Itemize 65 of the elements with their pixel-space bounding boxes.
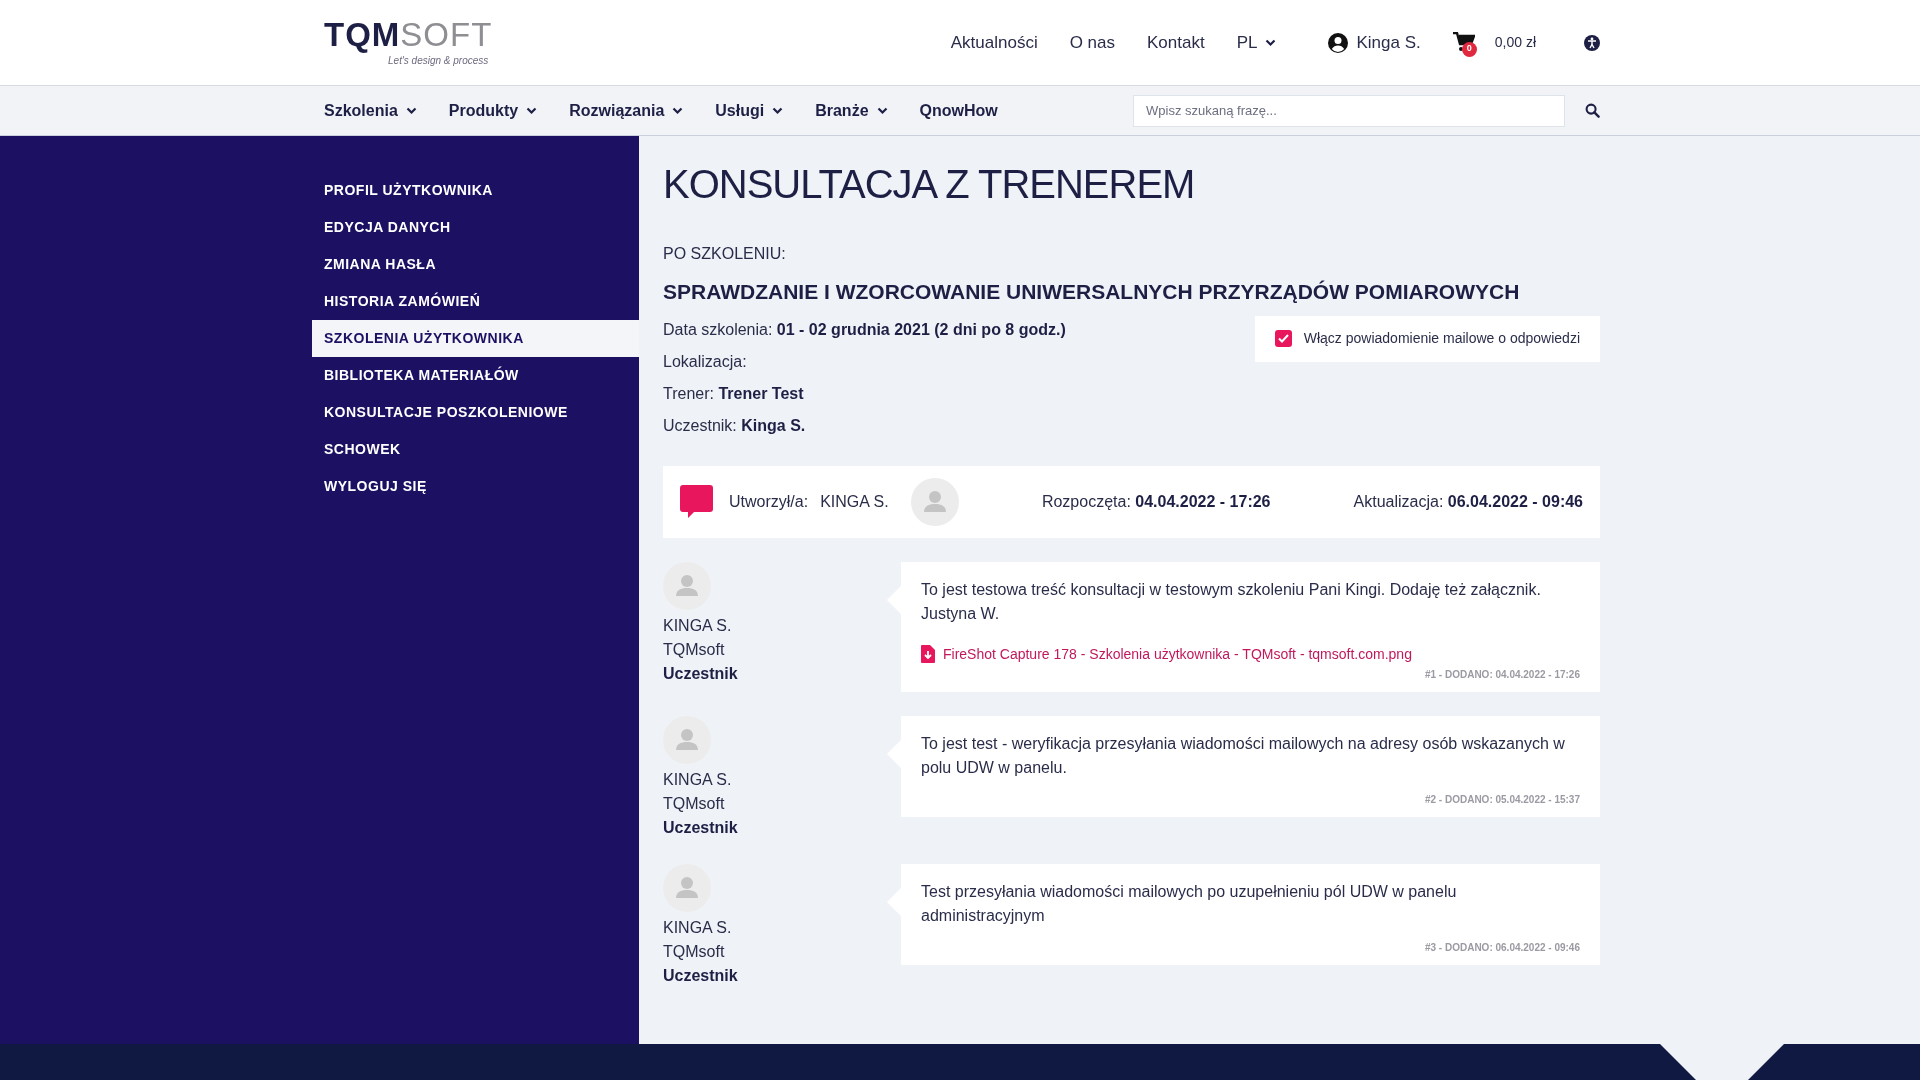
- created-by-name: KINGA S.: [820, 491, 889, 512]
- user-icon: [1328, 32, 1349, 53]
- nav-link[interactable]: O nas: [1069, 29, 1116, 56]
- sidebar-item[interactable]: HISTORIA ZAMÓWIEŃ: [312, 283, 639, 320]
- started-date: Rozpoczęta: 04.04.2022 - 17:26: [1041, 491, 1271, 512]
- author-name: KINGA S.: [663, 917, 732, 938]
- sidebar-item[interactable]: EDYCJA DANYCH: [312, 209, 639, 246]
- menu-item[interactable]: Usługi: [715, 98, 784, 123]
- detail-line: Trener: Trener Test: [663, 383, 805, 404]
- author-name: KINGA S.: [663, 769, 732, 790]
- user-account-link[interactable]: Kinga S.: [1328, 29, 1421, 56]
- course-name: SPRAWDZANIE I WZORCOWANIE UNIWERSALNYCH PRZYRZĄDÓW POMIAROWYCH: [663, 279, 1521, 305]
- search-field[interactable]: Wpisz szukaną frazę...: [1133, 94, 1565, 127]
- avatar-icon: [663, 715, 711, 764]
- checkmark-icon: [1277, 334, 1289, 343]
- file-download-icon: [921, 645, 935, 663]
- author-role: Uczestnik: [663, 663, 738, 684]
- logo-tagline: Let's design & process: [388, 53, 489, 68]
- avatar-icon: [663, 863, 711, 912]
- message-meta: #1 - DODANO: 04.04.2022 - 17:26: [1424, 667, 1580, 682]
- message-text: To jest test - weryfikacja przesyłania wiadomości mailowych na adresy osób wskazanych w polu UDW w panelu.: [921, 733, 1566, 778]
- author-company: TQMsoft: [663, 639, 725, 660]
- menu-item[interactable]: Szkolenia: [324, 98, 417, 123]
- author-company: TQMsoft: [663, 793, 725, 814]
- detail-line: Data szkolenia: 01 - 02 grudnia 2021 (2 dni po 8 godz.): [663, 319, 1067, 340]
- chevron-down-icon: [1265, 38, 1277, 47]
- detail-line: Uczestnik: Kinga S.: [663, 415, 807, 436]
- course-label: PO SZKOLENIU:: [663, 244, 787, 264]
- chat-icon: [680, 484, 713, 519]
- checkbox[interactable]: [1274, 330, 1292, 347]
- author-name: KINGA S.: [663, 615, 732, 636]
- nav-link[interactable]: Kontakt: [1147, 29, 1205, 56]
- avatar-icon: [663, 561, 711, 610]
- menu-item[interactable]: Produkty: [448, 98, 538, 123]
- created-by-label: Utworzył/a:: [729, 491, 809, 512]
- menu-item[interactable]: Rozwiązania: [569, 98, 684, 123]
- attachment-link[interactable]: FireShot Capture 178 - Szkolenia użytkownika - TQMsoft - tqmsoft.com.png: [921, 643, 1412, 665]
- sidebar-item[interactable]: ZMIANA HASŁA: [312, 246, 639, 283]
- message-meta: #3 - DODANO: 06.04.2022 - 09:46: [1424, 940, 1580, 955]
- sidebar-item[interactable]: SZKOLENIA UŻYTKOWNIKA: [312, 320, 639, 357]
- nav-link[interactable]: Aktualności: [950, 29, 1038, 56]
- logo[interactable]: TQMSOFT: [324, 17, 493, 51]
- search-icon[interactable]: [1585, 103, 1600, 118]
- page-title: KONSULTACJA Z TRENEREM: [663, 161, 1196, 208]
- notify-label: Włącz powiadomienie mailowe o odpowiedzi: [1303, 329, 1580, 348]
- language-selector[interactable]: PL: [1236, 29, 1277, 56]
- author-role: Uczestnik: [663, 817, 738, 838]
- notify-option[interactable]: Włącz powiadomienie mailowe o odpowiedzi: [1254, 315, 1600, 362]
- message-text: Test przesyłania wiadomości mailowych po uzupełnieniu pól UDW w panelu administracyjnym: [921, 881, 1458, 926]
- cart-link[interactable]: 0 0,00 zł: [1452, 31, 1536, 54]
- sidebar-item[interactable]: BIBLIOTEKA MATERIAŁÓW: [312, 357, 639, 394]
- sidebar-item[interactable]: WYLOGUJ SIĘ: [312, 468, 639, 505]
- sidebar-item[interactable]: SCHOWEK: [312, 431, 639, 468]
- avatar-icon: [910, 477, 959, 526]
- accessibility-icon[interactable]: [1584, 34, 1600, 51]
- updated-date: Aktualizacja: 06.04.2022 - 09:46: [1353, 491, 1583, 512]
- sidebar-item[interactable]: PROFIL UŻYTKOWNIKA: [312, 172, 639, 209]
- detail-line: Lokalizacja:: [663, 351, 748, 372]
- menu-item[interactable]: QnowHow: [919, 98, 998, 123]
- sidebar-item[interactable]: KONSULTACJE POSZKOLENIOWE: [312, 394, 639, 431]
- menu-item[interactable]: Branże: [815, 98, 888, 123]
- message-meta: #2 - DODANO: 05.04.2022 - 15:37: [1424, 792, 1580, 807]
- author-role: Uczestnik: [663, 965, 738, 986]
- message-text: To jest testowa treść konsultacji w testowym szkoleniu Pani Kingi. Dodaję też załącznik. Justyna W.: [921, 579, 1542, 624]
- author-company: TQMsoft: [663, 941, 725, 962]
